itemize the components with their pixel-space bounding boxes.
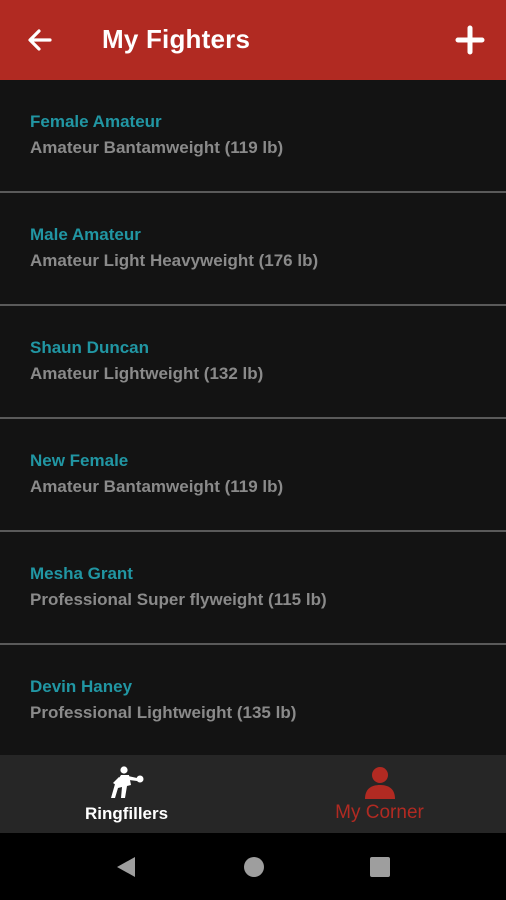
- system-recents-button[interactable]: [368, 855, 392, 879]
- fighter-row[interactable]: Shaun Duncan Amateur Lightweight (132 lb…: [0, 306, 506, 419]
- fighter-row[interactable]: Female Amateur Amateur Bantamweight (119…: [0, 80, 506, 193]
- fighter-row[interactable]: New Female Amateur Bantamweight (119 lb): [0, 419, 506, 532]
- fighter-division: Amateur Bantamweight (119 lb): [30, 477, 284, 496]
- fighter-division: Amateur Light Heavyweight (176 lb): [30, 251, 319, 270]
- fighter-division: Amateur Lightweight (132 lb): [30, 364, 264, 383]
- fighter-division: Professional Super flyweight (115 lb): [30, 590, 327, 609]
- tab-ringfillers[interactable]: Ringfillers: [0, 755, 253, 833]
- recents-square-icon: [370, 857, 390, 877]
- back-button[interactable]: [22, 22, 58, 58]
- fighter-name: Mesha Grant: [30, 564, 133, 583]
- system-home-button[interactable]: [242, 855, 266, 879]
- page-title: My Fighters: [102, 24, 251, 54]
- fighter-name: New Female: [30, 451, 129, 470]
- tab-label: My Corner: [335, 802, 424, 823]
- person-icon: [360, 765, 400, 801]
- app-bar: My Fighters: [0, 0, 506, 80]
- fighter-name: Female Amateur: [30, 112, 162, 131]
- fighter-row[interactable]: Male Amateur Amateur Light Heavyweight (…: [0, 193, 506, 306]
- tab-label: Ringfillers: [84, 804, 169, 823]
- system-navigation-bar: [0, 833, 506, 900]
- tab-my-corner[interactable]: My Corner: [253, 755, 506, 833]
- plus-icon: [455, 25, 485, 55]
- fighter-name: Male Amateur: [30, 225, 141, 244]
- bottom-navigation: Ringfillers My Corner: [0, 755, 506, 833]
- boxer-icon: [107, 765, 147, 801]
- add-fighter-button[interactable]: [452, 20, 488, 60]
- fighter-name: Shaun Duncan: [30, 338, 150, 357]
- fighter-division: Professional Lightweight (135 lb): [30, 703, 297, 722]
- home-circle-icon: [244, 857, 264, 877]
- fighter-division: Amateur Bantamweight (119 lb): [30, 138, 284, 157]
- fighter-row[interactable]: Devin Haney Professional Lightweight (13…: [0, 645, 506, 755]
- fighter-row[interactable]: Mesha Grant Professional Super flyweight…: [0, 532, 506, 645]
- fighter-name: Devin Haney: [30, 677, 133, 696]
- back-triangle-icon: [117, 857, 135, 877]
- fighters-list: Female Amateur Amateur Bantamweight (119…: [0, 80, 506, 755]
- arrow-left-icon: [28, 29, 52, 51]
- system-back-button[interactable]: [114, 855, 138, 879]
